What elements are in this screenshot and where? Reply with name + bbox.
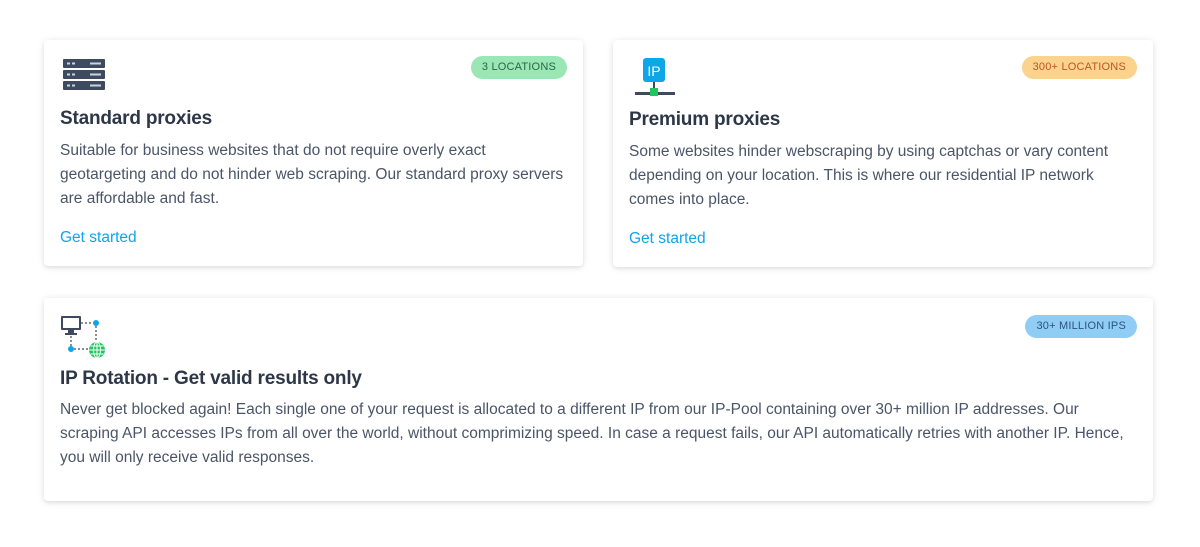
- ip-network-icon: IP: [629, 56, 679, 100]
- ip-rotation-network-icon: [60, 314, 110, 359]
- locations-badge: 300+ LOCATIONS: [1021, 56, 1137, 79]
- standard-proxies-card: 3 LOCATIONS Standard proxies Suitable fo…: [44, 40, 583, 266]
- million-ips-badge: 30+ MILLION IPS: [1025, 315, 1137, 338]
- card-title: IP Rotation - Get valid results only: [60, 368, 362, 389]
- locations-badge: 3 LOCATIONS: [470, 56, 567, 79]
- premium-proxies-card: IP 300+ LOCATIONS Premium proxies Some w…: [613, 40, 1153, 267]
- card-title: Standard proxies: [60, 108, 213, 129]
- card-description: Never get blocked again! Each single one…: [60, 401, 1124, 466]
- server-rack-icon: [60, 56, 110, 100]
- svg-text:IP: IP: [647, 63, 660, 79]
- card-description: Some websites hinder webscraping by usin…: [629, 143, 1109, 208]
- card-description: Suitable for business websites that do n…: [60, 142, 564, 207]
- get-started-link[interactable]: Get started: [629, 230, 706, 248]
- card-title: Premium proxies: [629, 109, 781, 130]
- get-started-link[interactable]: Get started: [60, 229, 137, 247]
- ip-rotation-card: 30+ MILLION IPS IP Rotation - Get valid …: [44, 298, 1153, 501]
